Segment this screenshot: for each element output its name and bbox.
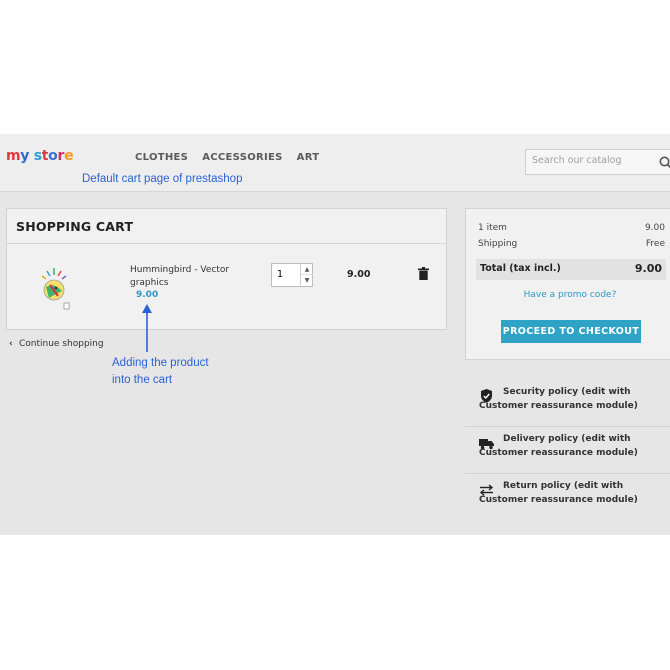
product-thumbnail[interactable] <box>31 263 77 313</box>
search-box <box>525 149 670 175</box>
logo-letter: e <box>64 148 74 164</box>
annotation-arrow <box>142 304 152 352</box>
items-label: 1 item <box>478 223 507 233</box>
reassurance-return: Return policy (edit with Customer reassu… <box>465 479 670 519</box>
shipping-row: Shipping Free <box>478 239 665 249</box>
promo-code-link[interactable]: Have a promo code? <box>466 290 670 300</box>
chevron-up-icon[interactable]: ▲ <box>301 264 313 275</box>
product-name[interactable]: Hummingbird - Vector graphics <box>130 264 240 290</box>
search-input[interactable] <box>532 155 650 166</box>
quantity-stepper: ▲ ▼ <box>271 263 313 287</box>
items-row: 1 item 9.00 <box>478 223 665 233</box>
quantity-input[interactable] <box>277 269 297 280</box>
reassurance-text: Return policy (edit with Customer reassu… <box>479 481 638 505</box>
search-icon[interactable] <box>659 156 670 170</box>
cart-summary-panel: 1 item 9.00 Shipping Free Total (tax inc… <box>465 208 670 360</box>
nav-item-accessories[interactable]: ACCESSORIES <box>202 152 282 163</box>
line-total: 9.00 <box>347 269 371 280</box>
continue-shopping-link[interactable]: ‹ Continue shopping <box>9 339 104 349</box>
continue-shopping-label: Continue shopping <box>19 339 104 349</box>
logo-letter: m <box>6 148 21 164</box>
nav-item-art[interactable]: ART <box>297 152 320 163</box>
shipping-value: Free <box>645 239 665 249</box>
trash-icon[interactable] <box>418 267 429 280</box>
store-logo[interactable]: my store <box>6 148 74 164</box>
quantity-buttons: ▲ ▼ <box>300 264 313 286</box>
shopping-cart-panel: SHOPPING CART Hummingbird - Vector graph… <box>6 208 447 330</box>
logo-letter: y <box>20 148 30 164</box>
annotation-top: Default cart page of prestashop <box>82 173 243 185</box>
annotation-line: into the cart <box>112 374 173 386</box>
chevron-down-icon[interactable]: ▼ <box>301 275 313 286</box>
cart-title: SHOPPING CART <box>16 219 134 234</box>
reassurance-text: Delivery policy (edit with Customer reas… <box>479 434 638 458</box>
logo-letter: r <box>57 148 65 164</box>
annotation-line: Adding the product <box>112 357 209 369</box>
divider <box>7 243 446 244</box>
site-header: my store CLOTHES ACCESSORIES ART Default… <box>0 134 670 192</box>
total-label: Total (tax incl.) <box>480 263 561 274</box>
reassurance-text: Security policy (edit with Customer reas… <box>479 387 638 411</box>
proceed-to-checkout-button[interactable]: PROCEED TO CHECKOUT <box>501 320 641 343</box>
screenshot-area: my store CLOTHES ACCESSORIES ART Default… <box>0 134 670 535</box>
main-nav: CLOTHES ACCESSORIES ART <box>135 152 319 163</box>
annotation-bottom: Adding the product into the cart <box>112 355 209 389</box>
shipping-label: Shipping <box>478 239 518 249</box>
chevron-left-icon: ‹ <box>9 339 13 349</box>
reassurance-security: Security policy (edit with Customer reas… <box>465 385 670 427</box>
total-row: Total (tax incl.) 9.00 <box>476 259 666 280</box>
nav-item-clothes[interactable]: CLOTHES <box>135 152 188 163</box>
total-value: 9.00 <box>634 262 662 275</box>
product-unit-price: 9.00 <box>136 290 159 300</box>
items-value: 9.00 <box>644 223 665 233</box>
logo-letter: o <box>48 148 58 164</box>
logo-letter: s <box>33 148 42 164</box>
reassurance-delivery: Delivery policy (edit with Customer reas… <box>465 432 670 474</box>
